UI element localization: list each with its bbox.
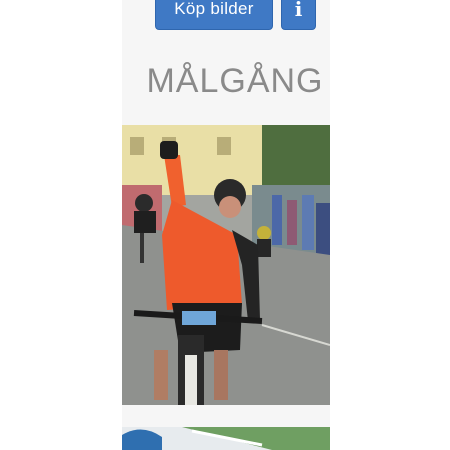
info-icon: i: [294, 0, 303, 21]
photo-thumbnail[interactable]: [122, 125, 330, 405]
buy-photos-label: Köp bilder: [174, 0, 254, 18]
info-button[interactable]: i: [281, 0, 316, 30]
buy-photos-button[interactable]: Köp bilder: [155, 0, 273, 30]
section-title: MÅLGÅNG: [146, 62, 324, 100]
next-photo: [122, 427, 330, 450]
photo-thumbnail-next[interactable]: [122, 427, 330, 450]
cyclist-photo: [122, 125, 330, 405]
